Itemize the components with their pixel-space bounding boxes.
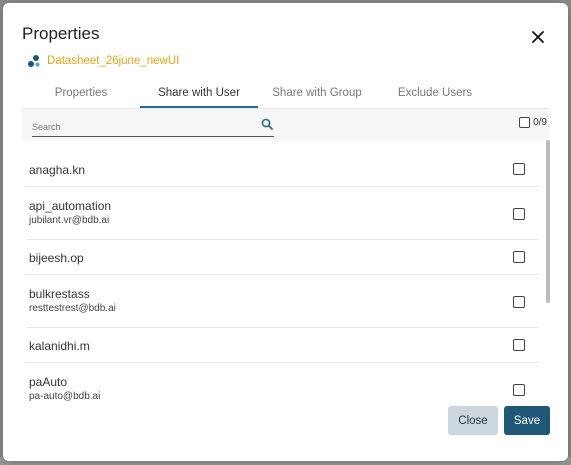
- user-checkbox[interactable]: [513, 384, 525, 396]
- list-item[interactable]: paAuto pa-auto@bdb.ai: [26, 363, 539, 405]
- select-all: 0/9: [519, 117, 547, 128]
- tab-bar: Properties Share with User Share with Gr…: [22, 80, 477, 108]
- list-item[interactable]: anagha.kn: [26, 141, 539, 187]
- select-all-checkbox[interactable]: [519, 117, 531, 128]
- user-list: anagha.kn api_automation jubilant.vr@bdb…: [22, 141, 551, 405]
- list-item[interactable]: bulkrestass resttestrest@bdb.ai: [26, 275, 539, 328]
- list-item[interactable]: bijeesh.op: [26, 240, 539, 275]
- user-name: bulkrestass: [29, 287, 90, 301]
- user-name: bijeesh.op: [29, 251, 84, 265]
- dataset-icon: [28, 55, 40, 67]
- user-email: jubilant.vr@bdb.ai: [29, 215, 110, 226]
- user-checkbox[interactable]: [513, 339, 525, 351]
- close-button[interactable]: Close: [448, 406, 498, 435]
- list-item[interactable]: api_automation jubilant.vr@bdb.ai: [26, 187, 539, 240]
- list-item[interactable]: kalanidhi.m: [26, 328, 539, 363]
- user-name: kalanidhi.m: [29, 339, 90, 353]
- search-box: [32, 117, 274, 137]
- save-button[interactable]: Save: [504, 406, 550, 435]
- search-input[interactable]: [32, 119, 252, 135]
- selection-count: 0/9: [533, 117, 547, 128]
- user-checkbox[interactable]: [513, 163, 525, 175]
- tab-share-with-group[interactable]: Share with Group: [258, 80, 376, 108]
- tab-exclude-users[interactable]: Exclude Users: [376, 80, 494, 108]
- search-toolbar: 0/9: [22, 109, 549, 141]
- user-email: resttestrest@bdb.ai: [29, 303, 116, 314]
- properties-dialog: Properties Datasheet_26june_newUI Proper…: [3, 3, 568, 461]
- user-name: paAuto: [29, 375, 68, 389]
- dialog-title: Properties: [22, 24, 100, 43]
- user-name: api_automation: [29, 199, 112, 213]
- user-checkbox[interactable]: [513, 208, 525, 220]
- user-checkbox[interactable]: [513, 296, 525, 308]
- tab-share-with-user[interactable]: Share with User: [140, 80, 258, 108]
- user-checkbox[interactable]: [513, 251, 525, 263]
- dataset-name: Datasheet_26june_newUI: [47, 55, 180, 67]
- tab-properties[interactable]: Properties: [22, 80, 140, 108]
- list-scrollbar[interactable]: [546, 140, 550, 303]
- search-icon[interactable]: [261, 118, 273, 130]
- user-email: pa-auto@bdb.ai: [29, 391, 101, 402]
- close-icon[interactable]: [530, 29, 546, 45]
- user-name: anagha.kn: [29, 163, 86, 177]
- dataset-label: Datasheet_26june_newUI: [27, 53, 179, 69]
